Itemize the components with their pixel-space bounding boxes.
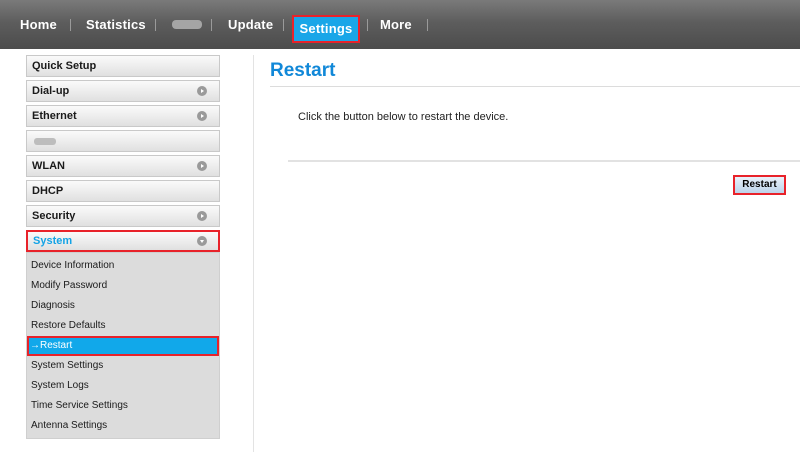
- nav-settings-active[interactable]: Settings: [292, 15, 360, 43]
- submenu-restore-defaults[interactable]: Restore Defaults: [27, 316, 219, 336]
- expand-arrow-icon: [197, 86, 207, 96]
- sidebar-item-system[interactable]: System: [26, 230, 220, 252]
- sidebar-item-dial-up[interactable]: Dial-up: [26, 80, 220, 102]
- collapse-arrow-icon: [197, 236, 207, 246]
- sidebar-item-security[interactable]: Security: [26, 205, 220, 227]
- content-divider: [253, 55, 254, 452]
- sidebar-item-quick-setup[interactable]: Quick Setup: [26, 55, 220, 77]
- sidebar-item-wlan[interactable]: WLAN: [26, 155, 220, 177]
- sidebar-item-label: WLAN: [32, 160, 65, 172]
- redacted-label: [34, 138, 56, 145]
- submenu-system-settings[interactable]: System Settings: [27, 356, 219, 376]
- sidebar-item-dhcp[interactable]: DHCP: [26, 180, 220, 202]
- nav-update[interactable]: Update: [228, 0, 273, 49]
- restart-button[interactable]: Restart: [733, 175, 786, 195]
- sidebar-item-ethernet[interactable]: Ethernet: [26, 105, 220, 127]
- sidebar-item-label: DHCP: [32, 185, 64, 197]
- nav-home[interactable]: Home: [20, 0, 57, 49]
- expand-arrow-icon: [197, 161, 207, 171]
- nav-separator: [283, 19, 284, 31]
- nav-separator: [211, 19, 212, 31]
- submenu-antenna-settings[interactable]: Antenna Settings: [27, 416, 219, 436]
- sidebar-item-label: Quick Setup: [32, 60, 97, 72]
- submenu-restart-selected[interactable]: →Restart: [27, 336, 219, 356]
- expand-arrow-icon: [197, 111, 207, 121]
- submenu-time-service-settings[interactable]: Time Service Settings: [27, 396, 219, 416]
- nav-statistics[interactable]: Statistics: [86, 0, 146, 49]
- nav-redacted-item[interactable]: [172, 20, 202, 29]
- sidebar-item-label: Security: [32, 210, 76, 222]
- nav-separator: [427, 19, 428, 31]
- title-divider: [270, 86, 800, 87]
- sidebar-item-label: Dial-up: [32, 85, 70, 97]
- nav-more[interactable]: More: [380, 0, 412, 49]
- nav-separator: [155, 19, 156, 31]
- expand-arrow-icon: [197, 211, 207, 221]
- top-navigation-bar: Home Statistics Update Settings More: [0, 0, 800, 49]
- submenu-system-logs[interactable]: System Logs: [27, 376, 219, 396]
- nav-separator: [367, 19, 368, 31]
- system-submenu: Device Information Modify Password Diagn…: [26, 252, 220, 439]
- sidebar-item-redacted[interactable]: [26, 130, 220, 152]
- submenu-modify-password[interactable]: Modify Password: [27, 276, 219, 296]
- submenu-diagnosis[interactable]: Diagnosis: [27, 296, 219, 316]
- submenu-device-information[interactable]: Device Information: [27, 256, 219, 276]
- restart-description: Click the button below to restart the de…: [298, 111, 509, 123]
- nav-separator: [70, 19, 71, 31]
- sidebar-item-label: Ethernet: [32, 110, 77, 122]
- sidebar-item-label: System: [33, 235, 73, 247]
- page-title: Restart: [270, 60, 336, 81]
- section-divider: [288, 160, 800, 162]
- sidebar-menu: Quick Setup Dial-up Ethernet WLAN DHCP S…: [26, 55, 220, 439]
